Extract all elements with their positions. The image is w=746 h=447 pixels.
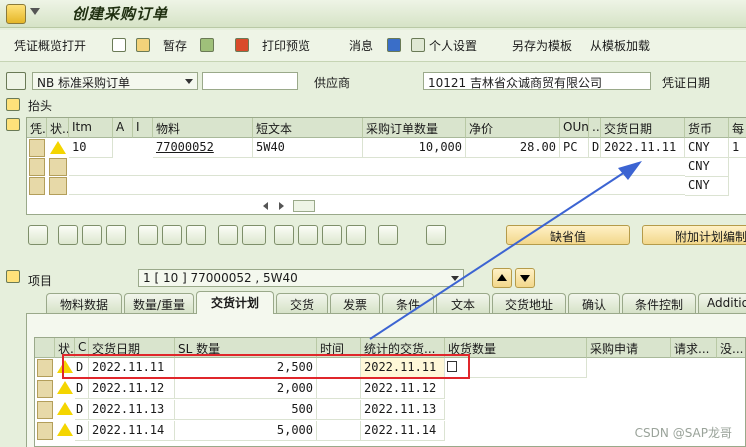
annotation-arrow: [369, 161, 642, 340]
watermark: CSDN @SAP龙哥: [634, 426, 732, 440]
